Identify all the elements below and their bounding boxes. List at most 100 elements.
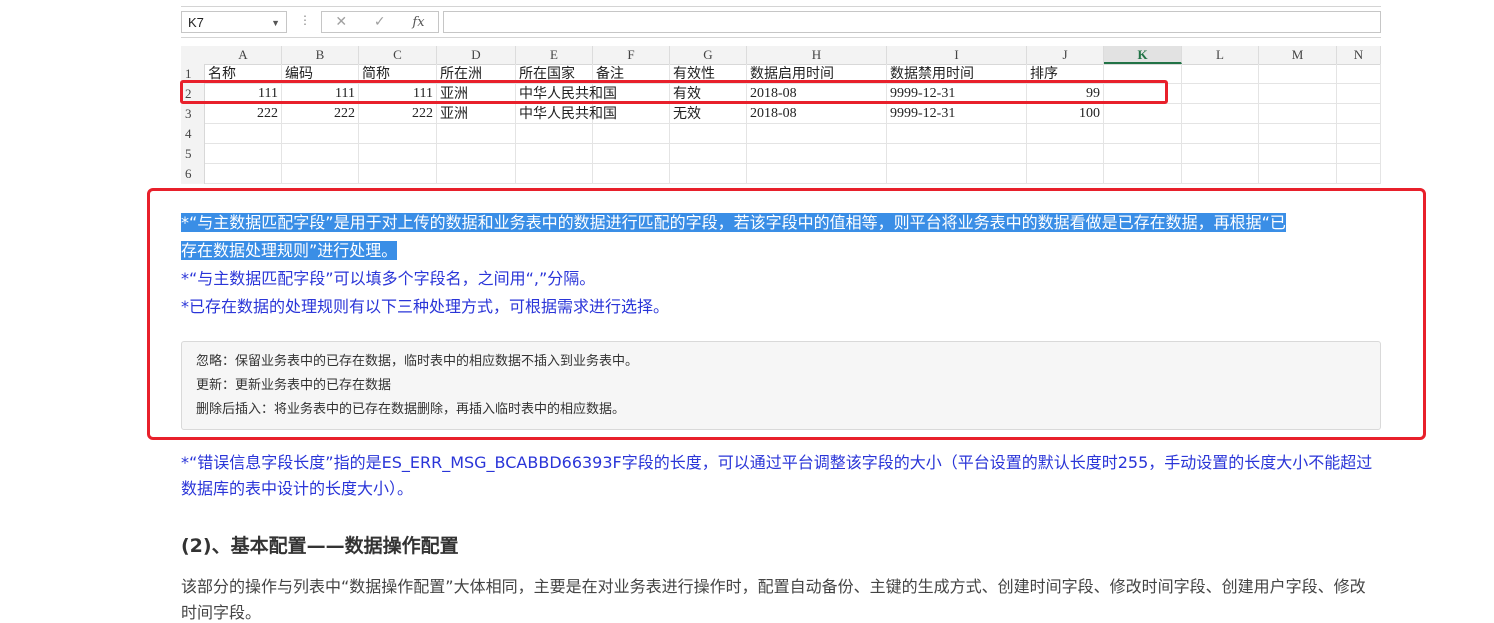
cell-d2[interactable]: 亚洲 <box>437 84 516 104</box>
column-header-g[interactable]: G <box>670 46 747 64</box>
cell-f3[interactable] <box>593 104 670 124</box>
cell-k3[interactable] <box>1104 104 1182 124</box>
cell-g4[interactable] <box>670 124 747 144</box>
formula-input[interactable] <box>443 11 1381 33</box>
cell-g3[interactable]: 无效 <box>670 104 747 124</box>
name-box[interactable]: K7 ▼ <box>181 11 287 33</box>
cell-n5[interactable] <box>1337 144 1381 164</box>
cell-c4[interactable] <box>359 124 437 144</box>
cell-a1[interactable]: 名称 <box>205 64 282 84</box>
column-header-m[interactable]: M <box>1259 46 1337 64</box>
cell-j6[interactable] <box>1027 164 1104 184</box>
cell-d5[interactable] <box>437 144 516 164</box>
cell-b6[interactable] <box>282 164 359 184</box>
cell-e5[interactable] <box>516 144 593 164</box>
cell-f4[interactable] <box>593 124 670 144</box>
cell-i2[interactable]: 9999-12-31 <box>887 84 1027 104</box>
cell-i1[interactable]: 数据禁用时间 <box>887 64 1027 84</box>
cell-l1[interactable] <box>1182 64 1259 84</box>
cell-k6[interactable] <box>1104 164 1182 184</box>
cell-n3[interactable] <box>1337 104 1381 124</box>
column-header-j[interactable]: J <box>1027 46 1104 64</box>
cell-d1[interactable]: 所在洲 <box>437 64 516 84</box>
cell-h4[interactable] <box>747 124 887 144</box>
cell-m1[interactable] <box>1259 64 1337 84</box>
cell-h6[interactable] <box>747 164 887 184</box>
cell-l4[interactable] <box>1182 124 1259 144</box>
cell-l3[interactable] <box>1182 104 1259 124</box>
cell-k2[interactable] <box>1104 84 1182 104</box>
row-header-6[interactable]: 6 <box>181 164 205 184</box>
cell-g6[interactable] <box>670 164 747 184</box>
cell-a3[interactable]: 222 <box>205 104 282 124</box>
cell-k1[interactable] <box>1104 64 1182 84</box>
cell-l5[interactable] <box>1182 144 1259 164</box>
cell-e1[interactable]: 所在国家 <box>516 64 593 84</box>
column-header-h[interactable]: H <box>747 46 887 64</box>
function-icon[interactable]: fx <box>412 15 424 30</box>
cell-n1[interactable] <box>1337 64 1381 84</box>
cell-f1[interactable]: 备注 <box>593 64 670 84</box>
cell-i6[interactable] <box>887 164 1027 184</box>
column-header-i[interactable]: I <box>887 46 1027 64</box>
column-header-a[interactable]: A <box>205 46 282 64</box>
cell-d6[interactable] <box>437 164 516 184</box>
cell-h1[interactable]: 数据启用时间 <box>747 64 887 84</box>
cell-c3[interactable]: 222 <box>359 104 437 124</box>
cell-i3[interactable]: 9999-12-31 <box>887 104 1027 124</box>
cell-c5[interactable] <box>359 144 437 164</box>
cell-m3[interactable] <box>1259 104 1337 124</box>
cell-g1[interactable]: 有效性 <box>670 64 747 84</box>
cell-j3[interactable]: 100 <box>1027 104 1104 124</box>
cell-m4[interactable] <box>1259 124 1337 144</box>
cell-a4[interactable] <box>205 124 282 144</box>
cell-b2[interactable]: 111 <box>282 84 359 104</box>
column-header-c[interactable]: C <box>359 46 437 64</box>
row-header-2[interactable]: 2 <box>181 84 205 104</box>
cell-n6[interactable] <box>1337 164 1381 184</box>
confirm-icon[interactable]: ✓ <box>374 14 386 30</box>
cell-h5[interactable] <box>747 144 887 164</box>
cell-c6[interactable] <box>359 164 437 184</box>
cell-m2[interactable] <box>1259 84 1337 104</box>
cell-l2[interactable] <box>1182 84 1259 104</box>
cell-c1[interactable]: 简称 <box>359 64 437 84</box>
cell-j5[interactable] <box>1027 144 1104 164</box>
cell-b3[interactable]: 222 <box>282 104 359 124</box>
cell-c2[interactable]: 111 <box>359 84 437 104</box>
cell-j4[interactable] <box>1027 124 1104 144</box>
cancel-icon[interactable]: ✕ <box>335 14 347 30</box>
cell-f5[interactable] <box>593 144 670 164</box>
row-header-3[interactable]: 3 <box>181 104 205 124</box>
cell-k5[interactable] <box>1104 144 1182 164</box>
cell-a6[interactable] <box>205 164 282 184</box>
cell-f6[interactable] <box>593 164 670 184</box>
column-header-n[interactable]: N <box>1337 46 1381 64</box>
chevron-down-icon[interactable]: ▼ <box>271 12 280 34</box>
cell-j1[interactable]: 排序 <box>1027 64 1104 84</box>
cell-g2[interactable]: 有效 <box>670 84 747 104</box>
cell-h2[interactable]: 2018-08 <box>747 84 887 104</box>
column-header-l[interactable]: L <box>1182 46 1259 64</box>
column-header-d[interactable]: D <box>437 46 516 64</box>
cell-b4[interactable] <box>282 124 359 144</box>
cell-k4[interactable] <box>1104 124 1182 144</box>
cell-e3[interactable]: 中华人民共和国 <box>516 104 617 124</box>
column-header-k[interactable]: K <box>1104 46 1182 64</box>
cell-b5[interactable] <box>282 144 359 164</box>
cell-d4[interactable] <box>437 124 516 144</box>
column-header-e[interactable]: E <box>516 46 593 64</box>
cell-m6[interactable] <box>1259 164 1337 184</box>
column-header-f[interactable]: F <box>593 46 670 64</box>
cell-f2[interactable] <box>593 84 670 104</box>
cell-n4[interactable] <box>1337 124 1381 144</box>
cell-j2[interactable]: 99 <box>1027 84 1104 104</box>
cell-e2[interactable]: 中华人民共和国 <box>516 84 617 104</box>
cell-d3[interactable]: 亚洲 <box>437 104 516 124</box>
row-header-4[interactable]: 4 <box>181 124 205 144</box>
cell-g5[interactable] <box>670 144 747 164</box>
cell-a2[interactable]: 111 <box>205 84 282 104</box>
cell-l6[interactable] <box>1182 164 1259 184</box>
cell-i4[interactable] <box>887 124 1027 144</box>
row-header-1[interactable]: 1 <box>181 64 205 84</box>
